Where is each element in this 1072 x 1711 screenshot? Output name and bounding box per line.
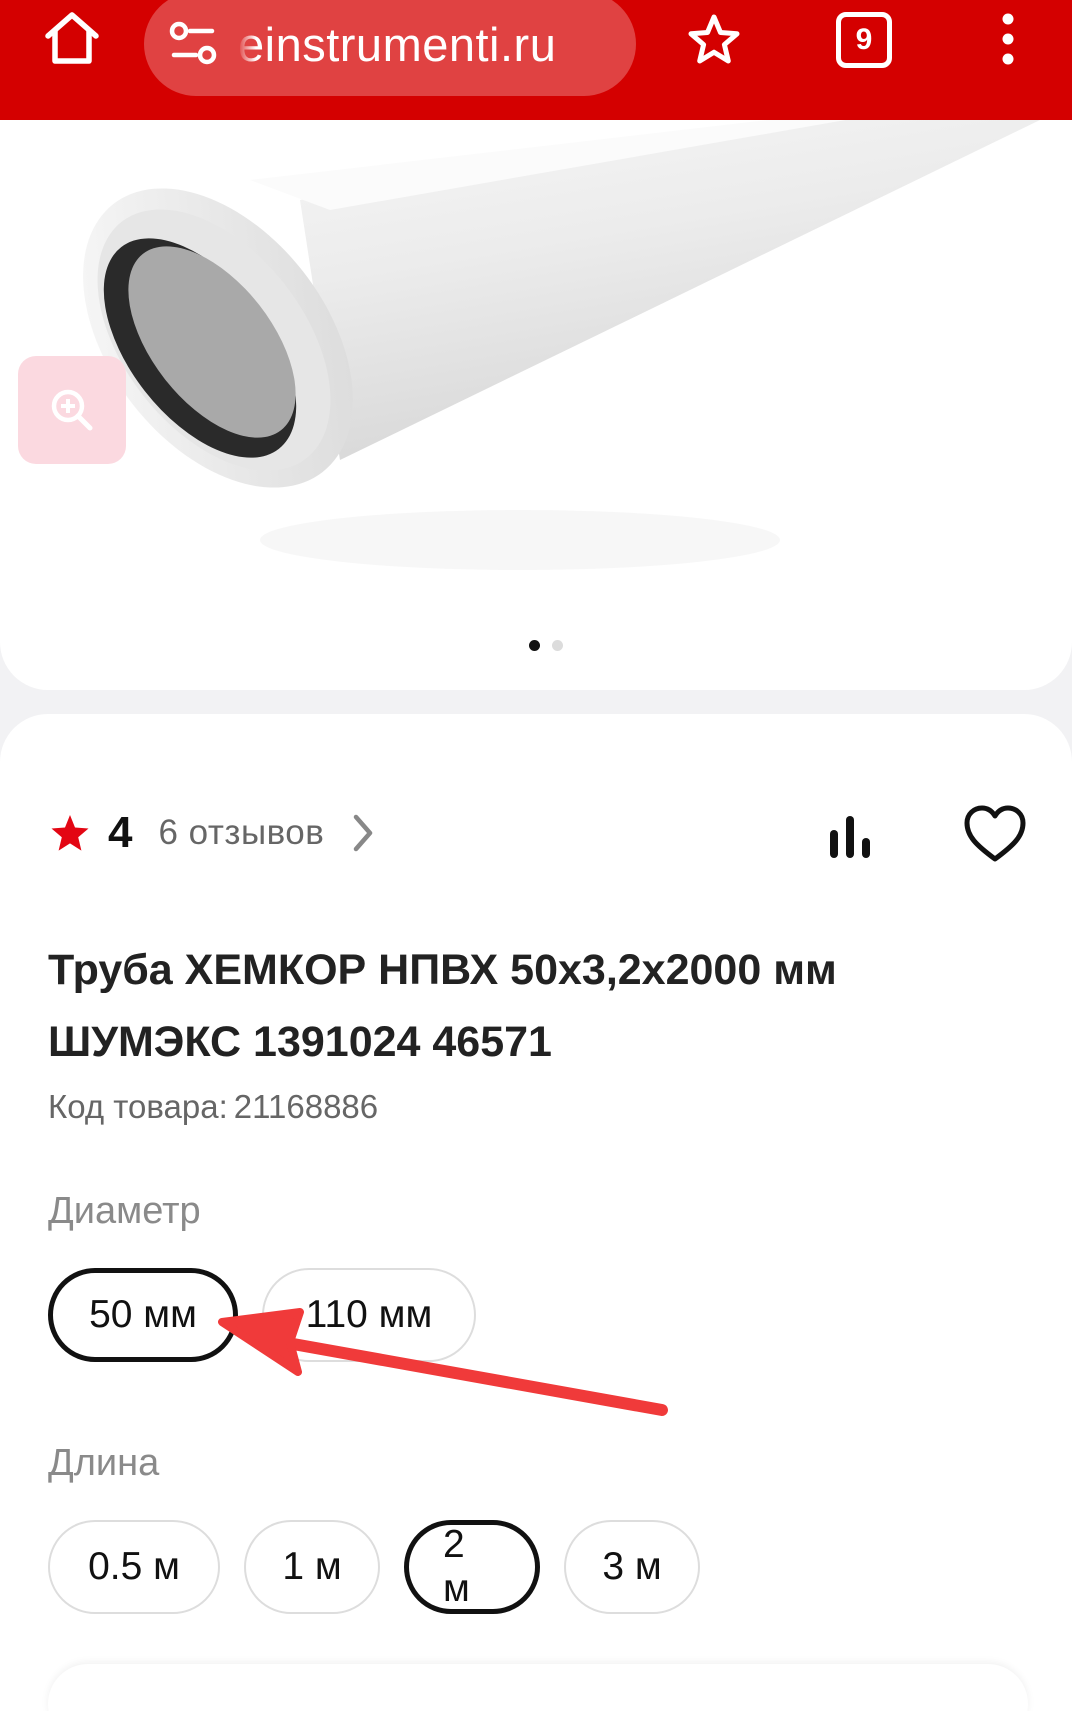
rating-row[interactable]: 4 6 отзывов	[50, 798, 378, 868]
bookmark-star-icon[interactable]	[686, 12, 742, 68]
product-title: Труба ХЕМКОР НПВХ 50х3,2х2000 мм ШУМЭКС …	[48, 934, 1008, 1078]
overflow-menu-icon[interactable]	[990, 8, 1026, 72]
tab-count: 9	[855, 23, 873, 56]
gallery-pagination	[0, 640, 1072, 651]
diameter-option-110[interactable]: 110 мм	[262, 1268, 476, 1362]
product-code: Код товара: 21168886	[48, 1088, 378, 1126]
rating-score: 4	[108, 808, 133, 857]
home-icon[interactable]	[40, 6, 104, 70]
diameter-option-50[interactable]: 50 мм	[48, 1268, 238, 1362]
browser-toolbar: einstrumenti.ru 9	[0, 0, 1072, 120]
length-label: Длина	[48, 1442, 160, 1484]
diameter-options: 50 мм 110 мм	[48, 1268, 476, 1362]
chevron-right-icon[interactable]	[348, 811, 378, 855]
product-code-label: Код товара:	[48, 1088, 228, 1125]
length-option-2[interactable]: 2 м	[404, 1520, 540, 1614]
product-title-line1: Труба ХЕМКОР НПВХ 50х3,2х2000 мм	[48, 946, 837, 994]
diameter-label: Диаметр	[48, 1190, 201, 1232]
url-text[interactable]: einstrumenti.ru	[238, 16, 556, 72]
favorite-heart-icon[interactable]	[962, 804, 1028, 864]
zoom-button[interactable]	[18, 356, 126, 464]
gallery-dot[interactable]	[552, 640, 563, 651]
site-settings-icon[interactable]	[166, 17, 220, 71]
compare-icon[interactable]	[826, 812, 874, 860]
gallery-dot-active[interactable]	[529, 640, 540, 651]
length-option-0-5[interactable]: 0.5 м	[48, 1520, 220, 1614]
product-code-value: 21168886	[233, 1088, 379, 1125]
rating-star-icon	[51, 815, 89, 851]
product-gallery[interactable]	[0, 120, 1072, 690]
product-title-line2: ШУМЭКС 1391024 46571	[48, 1018, 552, 1066]
length-option-3[interactable]: 3 м	[564, 1520, 700, 1614]
length-option-1[interactable]: 1 м	[244, 1520, 380, 1614]
reviews-link[interactable]: 6 отзывов	[158, 813, 324, 853]
address-bar[interactable]: einstrumenti.ru	[144, 0, 636, 96]
zoom-in-icon	[51, 389, 93, 431]
product-info-card: 4 6 отзывов Труба ХЕМКОР НПВХ 50х3,2х200…	[0, 714, 1072, 1711]
product-image[interactable]	[0, 120, 1072, 690]
next-section-card	[48, 1664, 1028, 1711]
tab-switcher-icon[interactable]: 9	[836, 12, 892, 68]
length-options: 0.5 м 1 м 2 м 3 м	[48, 1520, 700, 1614]
